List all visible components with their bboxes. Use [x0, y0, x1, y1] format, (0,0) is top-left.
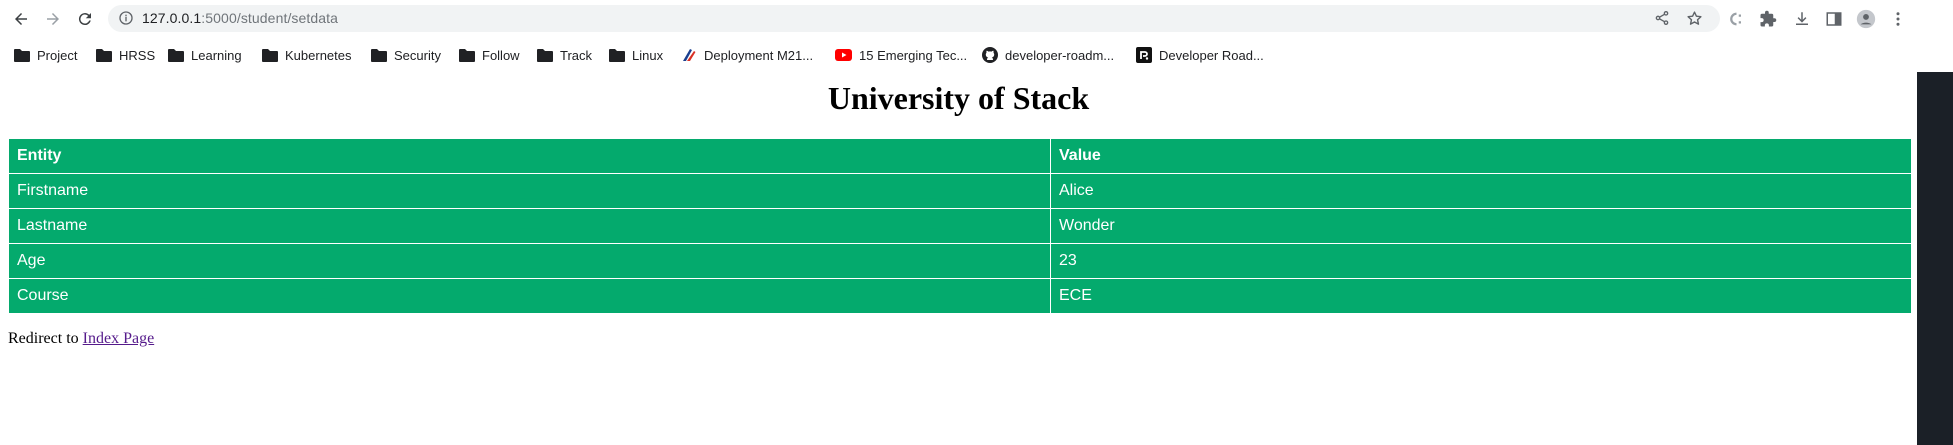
browser-toolbar: 127.0.0.1:5000/student/setdata	[0, 0, 1953, 38]
bookmark-label: Deployment M21...	[704, 47, 814, 63]
roadmap-logo-icon	[1136, 47, 1152, 63]
bookmark-label: Developer Road...	[1159, 47, 1264, 63]
value-cell: ECE	[1051, 279, 1911, 313]
folder-icon	[609, 49, 625, 62]
arrow-right-icon	[47, 13, 59, 25]
bookmark-star-button[interactable]	[1686, 10, 1703, 32]
folder-icon	[262, 49, 278, 62]
arrow-left-icon	[15, 13, 27, 25]
bookmark-label: Project	[37, 47, 78, 63]
download-icon	[1796, 12, 1808, 25]
folder-icon	[459, 49, 475, 62]
bookmark-youtube-video[interactable]: 15 Emerging Tec...	[835, 45, 967, 65]
bookmarks-bar: Project HRSS Learning Kubernetes Securit…	[0, 38, 1953, 72]
side-panel-button[interactable]	[1823, 8, 1845, 30]
value-cell: 23	[1051, 244, 1911, 278]
share-button[interactable]	[1654, 10, 1670, 31]
bookmark-hrss[interactable]: HRSS	[96, 45, 155, 65]
kebab-menu-icon	[1896, 12, 1900, 26]
bookmark-project[interactable]: Project	[14, 45, 77, 65]
table-row: Firstname Alice	[9, 174, 1911, 208]
browser-menu-button[interactable]	[1887, 8, 1909, 30]
share-icon	[1655, 11, 1669, 25]
redirect-text: Redirect to	[8, 330, 83, 347]
github-icon	[982, 47, 998, 63]
url-host: 127.0.0.1	[142, 10, 202, 26]
bookmark-label: Learning	[191, 47, 242, 63]
value-cell: Alice	[1051, 174, 1911, 208]
folder-icon	[168, 49, 184, 62]
student-data-table: Entity Value Firstname Alice Lastname Wo…	[8, 138, 1912, 314]
url-path: :5000/student/setdata	[201, 10, 339, 26]
avatar-icon	[1856, 9, 1876, 29]
column-header-value: Value	[1051, 139, 1911, 173]
page-content: University of Stack Entity Value Firstna…	[0, 72, 1917, 445]
url-text[interactable]: 127.0.0.1:5000/student/setdata	[142, 10, 338, 26]
bookmark-developer-roadmap[interactable]: Developer Road...	[1136, 45, 1264, 65]
star-icon	[1687, 11, 1702, 25]
extensions-button[interactable]	[1757, 8, 1779, 30]
cookie-extension-icon	[1730, 12, 1741, 26]
youtube-icon	[835, 49, 852, 61]
index-page-link[interactable]: Index Page	[83, 330, 155, 347]
bookmark-follow[interactable]: Follow	[459, 45, 520, 65]
value-cell: Wonder	[1051, 209, 1911, 243]
forward-button[interactable]	[40, 6, 66, 32]
bookmark-label: Follow	[482, 47, 520, 63]
bookmark-deployment[interactable]: Deployment M21...	[681, 45, 813, 65]
browser-chrome: 127.0.0.1:5000/student/setdata Project H…	[0, 0, 1953, 73]
bookmark-track[interactable]: Track	[537, 45, 592, 65]
folder-icon	[14, 49, 30, 62]
window-edge	[1917, 72, 1953, 445]
extension-cc-button[interactable]	[1727, 8, 1749, 30]
entity-cell: Course	[9, 279, 1050, 313]
back-button[interactable]	[8, 6, 34, 32]
entity-cell: Age	[9, 244, 1050, 278]
bookmark-kubernetes[interactable]: Kubernetes	[262, 45, 352, 65]
profile-button[interactable]	[1855, 8, 1877, 30]
bookmark-security[interactable]: Security	[371, 45, 441, 65]
bookmark-github[interactable]: developer-roadm...	[982, 45, 1114, 65]
bookmark-label: Linux	[632, 47, 664, 63]
folder-icon	[96, 49, 112, 62]
reload-button[interactable]	[72, 6, 98, 32]
deployment-logo-icon	[683, 49, 696, 61]
bookmark-label: HRSS	[119, 47, 156, 63]
folder-icon	[371, 49, 387, 62]
table-header-row: Entity Value	[9, 139, 1911, 173]
column-header-entity: Entity	[9, 139, 1050, 173]
bookmark-label: Track	[560, 47, 593, 63]
table-row: Age 23	[9, 244, 1911, 278]
bookmark-label: 15 Emerging Tec...	[859, 47, 968, 63]
info-circle-icon	[119, 11, 133, 25]
address-bar[interactable]: 127.0.0.1:5000/student/setdata	[108, 5, 1720, 32]
page-title: University of Stack	[827, 80, 1090, 116]
site-info-button[interactable]	[118, 10, 134, 31]
bookmark-label: Security	[394, 47, 441, 63]
entity-cell: Firstname	[9, 174, 1050, 208]
folder-icon	[537, 49, 553, 62]
redirect-line: Redirect to Index Page	[8, 330, 154, 348]
bookmark-learning[interactable]: Learning	[168, 45, 242, 65]
table-row: Course ECE	[9, 279, 1911, 313]
entity-cell: Lastname	[9, 209, 1050, 243]
downloads-button[interactable]	[1791, 8, 1813, 30]
bookmark-label: Kubernetes	[285, 47, 352, 63]
table-row: Lastname Wonder	[9, 209, 1911, 243]
side-panel-icon	[1826, 12, 1842, 26]
puzzle-icon	[1760, 10, 1777, 27]
bookmark-linux[interactable]: Linux	[609, 45, 663, 65]
reload-icon	[78, 13, 91, 26]
bookmark-label: developer-roadm...	[1005, 47, 1115, 63]
